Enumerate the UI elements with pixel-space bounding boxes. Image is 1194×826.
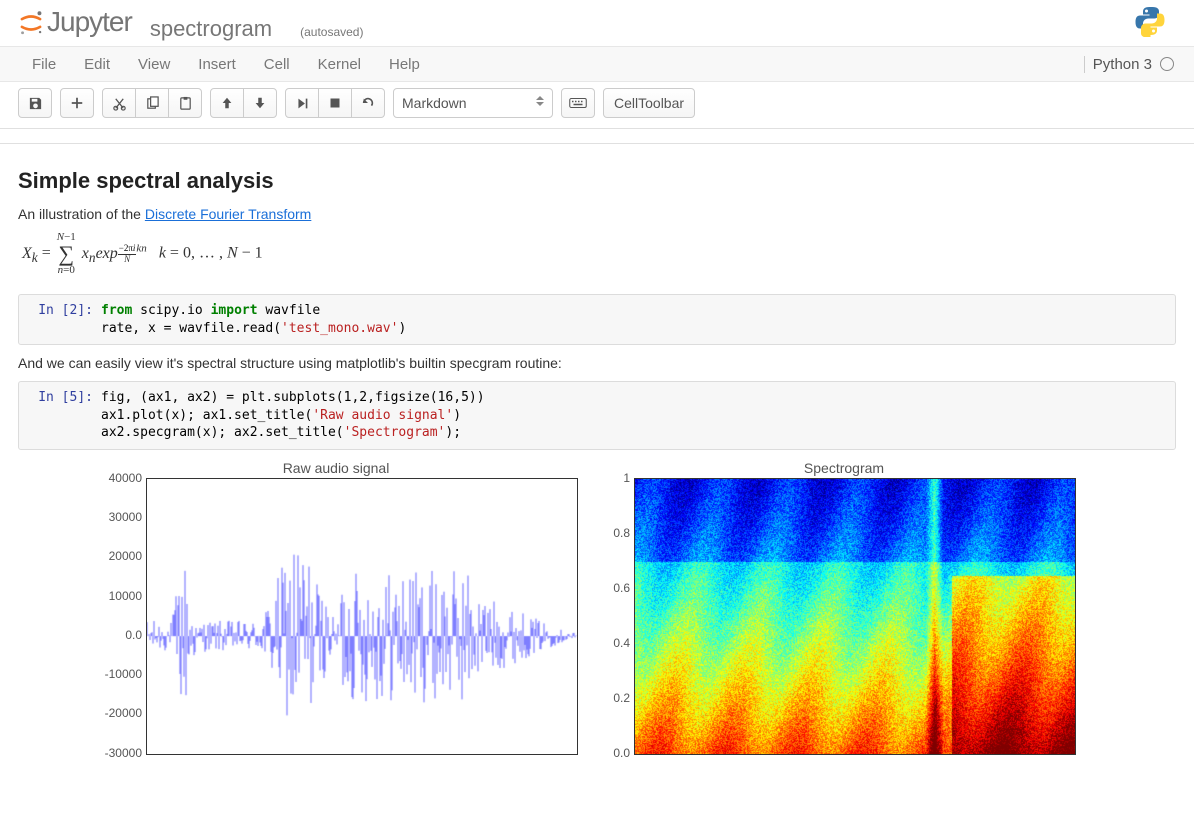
arrow-up-icon <box>220 96 234 110</box>
move-up-button[interactable] <box>210 88 244 118</box>
menu-edit[interactable]: Edit <box>70 48 124 81</box>
toolbar: Markdown CellToolbar <box>0 82 1194 129</box>
cell-prompt: In [2]: <box>23 299 101 340</box>
waveform-canvas <box>146 478 578 755</box>
plus-icon <box>70 96 84 110</box>
axis-tick: 0.0 <box>613 746 634 760</box>
cell-type-value: Markdown <box>402 95 467 111</box>
axis-tick: 0.6 <box>613 581 634 595</box>
code-cell-2[interactable]: In [5]: fig, (ax1, ax2) = plt.subplots(1… <box>18 381 1176 450</box>
add-cell-button[interactable] <box>60 88 94 118</box>
code-cell-1[interactable]: In [2]: from scipy.io import wavfile rat… <box>18 294 1176 345</box>
mid-text: And we can easily view it's spectral str… <box>18 355 1176 371</box>
header-bar: Jupyter spectrogram (autosaved) <box>0 0 1194 46</box>
kernel-idle-icon <box>1160 57 1174 71</box>
paste-icon <box>178 96 193 111</box>
run-button[interactable] <box>285 88 319 118</box>
cell-input[interactable]: from scipy.io import wavfile rate, x = w… <box>101 299 1171 340</box>
restart-button[interactable] <box>351 88 385 118</box>
menu-cell[interactable]: Cell <box>250 48 304 81</box>
notebook-name[interactable]: spectrogram <box>150 16 272 42</box>
intro-prefix: An illustration of the <box>18 206 145 222</box>
move-down-button[interactable] <box>243 88 277 118</box>
axis-tick: 10000 <box>109 589 146 603</box>
plot-title: Spectrogram <box>604 460 1084 476</box>
axis-tick: 0.4 <box>613 636 634 650</box>
cell-type-select[interactable]: Markdown <box>393 88 553 118</box>
axis-tick: -30000 <box>105 746 146 760</box>
markdown-cell-2[interactable]: And we can easily view it's spectral str… <box>18 355 1176 371</box>
paste-button[interactable] <box>168 88 202 118</box>
plot-title: Raw audio signal <box>96 460 576 476</box>
menu-kernel[interactable]: Kernel <box>304 48 375 81</box>
axis-tick: 1 <box>623 471 634 485</box>
axis-tick: -10000 <box>105 667 146 681</box>
repeat-icon <box>361 96 375 110</box>
axis-tick: -20000 <box>105 706 146 720</box>
stop-icon <box>329 97 341 109</box>
step-forward-icon <box>296 97 309 110</box>
axis-tick: 0.2 <box>613 691 634 705</box>
intro-line: An illustration of the Discrete Fourier … <box>18 206 1176 222</box>
python-logo-icon <box>1134 5 1166 40</box>
axis-tick: 20000 <box>109 549 146 563</box>
jupyter-planet-icon <box>18 10 44 36</box>
equation: Xk = N−1∑n=0 xnexp−2πiNkn k = 0, … , N −… <box>22 232 1176 276</box>
arrow-down-icon <box>253 96 267 110</box>
scissors-icon <box>112 96 127 111</box>
page-title: Simple spectral analysis <box>18 168 1176 194</box>
keyboard-icon <box>569 97 587 109</box>
celltoolbar-button[interactable]: CellToolbar <box>603 88 695 118</box>
save-icon <box>28 96 43 111</box>
axis-tick: 30000 <box>109 510 146 524</box>
cut-button[interactable] <box>102 88 136 118</box>
menu-bar: File Edit View Insert Cell Kernel Help P… <box>0 46 1194 82</box>
autosave-label: (autosaved) <box>300 25 363 39</box>
plot-spectrogram: Spectrogram 1 0.8 0.6 0.4 0.2 0.0 <box>604 460 1084 758</box>
menu-help[interactable]: Help <box>375 48 434 81</box>
notebook-area[interactable]: Simple spectral analysis An illustration… <box>0 143 1194 758</box>
axis-tick: 0.0 <box>125 628 146 642</box>
kernel-indicator: Python 3 <box>1084 56 1176 73</box>
menu-insert[interactable]: Insert <box>184 48 250 81</box>
celltoolbar-label: CellToolbar <box>614 95 684 111</box>
axis-tick: 40000 <box>109 471 146 485</box>
cell-input[interactable]: fig, (ax1, ax2) = plt.subplots(1,2,figsi… <box>101 386 1171 445</box>
kernel-name: Python 3 <box>1093 56 1152 73</box>
dft-link[interactable]: Discrete Fourier Transform <box>145 206 311 222</box>
output-plots: Raw audio signal 40000 30000 20000 10000 0.0… <box>18 460 1176 758</box>
save-button[interactable] <box>18 88 52 118</box>
copy-icon <box>145 96 160 111</box>
markdown-cell-1[interactable]: Simple spectral analysis An illustration… <box>18 168 1176 276</box>
spectrogram-canvas <box>634 478 1076 755</box>
cell-prompt: In [5]: <box>23 386 101 445</box>
jupyter-logo[interactable]: Jupyter <box>18 6 132 38</box>
menu-view[interactable]: View <box>124 48 184 81</box>
plot-raw-audio: Raw audio signal 40000 30000 20000 10000 0.0… <box>96 460 576 758</box>
copy-button[interactable] <box>135 88 169 118</box>
command-palette-button[interactable] <box>561 88 595 118</box>
axis-tick: 0.8 <box>613 526 634 540</box>
menu-file[interactable]: File <box>18 48 70 81</box>
interrupt-button[interactable] <box>318 88 352 118</box>
brand-text: Jupyter <box>47 6 132 38</box>
